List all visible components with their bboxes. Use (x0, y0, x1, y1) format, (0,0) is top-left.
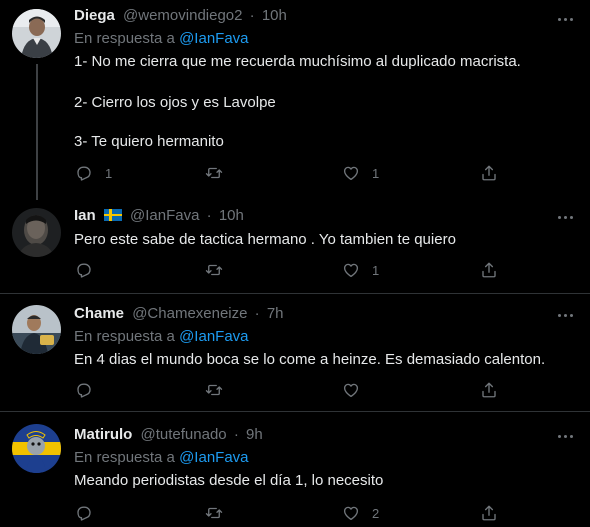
author-name[interactable]: Ian (74, 207, 96, 224)
tweet-text-line: 2- Cierro los ojos y es Lavolpe (74, 94, 276, 111)
thread-line (36, 64, 38, 200)
author-handle[interactable]: @IanFava (130, 207, 199, 224)
avatar[interactable] (12, 9, 61, 58)
tweet-text-line: Meando periodistas desde el día 1, lo ne… (74, 472, 384, 489)
like-button[interactable] (342, 380, 372, 400)
retweet-button[interactable] (205, 163, 223, 183)
share-icon (482, 165, 496, 181)
tweet-text-line: 3- Te quiero hermanito (74, 133, 224, 150)
tweet-ian[interactable]: Ian @IanFava · 10h Pero este sabe de tac… (0, 196, 590, 293)
like-count: 1 (372, 165, 380, 181)
reply-button[interactable]: 1 (75, 163, 112, 183)
share-button[interactable] (480, 503, 498, 523)
retweet-button[interactable] (205, 260, 223, 280)
tweet-time[interactable]: 10h (262, 7, 287, 24)
retweet-icon (205, 384, 223, 396)
avatar[interactable] (12, 208, 61, 257)
separator-dot: · (233, 426, 239, 443)
like-button[interactable]: 1 (342, 163, 379, 183)
avatar[interactable] (12, 305, 61, 354)
reply-button[interactable] (75, 380, 105, 400)
share-button[interactable] (480, 380, 498, 400)
tweet-time[interactable]: 9h (246, 426, 263, 443)
retweet-icon (205, 264, 223, 276)
more-icon[interactable] (556, 305, 576, 325)
like-icon (343, 263, 359, 278)
reply-icon (77, 166, 91, 181)
reply-count: 1 (105, 165, 113, 181)
author-handle[interactable]: @wemovindiego2 (123, 7, 242, 24)
like-icon (343, 506, 359, 521)
like-button[interactable]: 2 (342, 503, 379, 523)
tweet-text-line: Pero este sabe de tactica hermano . Yo t… (74, 231, 456, 248)
tweet-matirulo[interactable]: Matirulo @tutefunado · 9h En respuesta a… (0, 412, 590, 527)
author-handle[interactable]: @tutefunado (141, 426, 227, 443)
reply-icon (77, 263, 91, 278)
tweet-text-line: 1- No me cierra que me recuerda muchísim… (74, 53, 521, 70)
sweden-flag-icon (103, 209, 122, 221)
tweet-time[interactable]: 10h (219, 207, 244, 224)
reply-icon (77, 506, 91, 521)
author-name[interactable]: Chame (74, 305, 124, 322)
more-icon[interactable] (556, 207, 576, 227)
tweet-chame[interactable]: Chame @Chamexeneize · 7h En respuesta a … (0, 294, 590, 411)
reply-icon (77, 383, 91, 398)
share-icon (482, 262, 496, 278)
share-button[interactable] (480, 163, 498, 183)
like-icon (343, 166, 359, 181)
reply-button[interactable] (75, 260, 105, 280)
like-count: 1 (372, 262, 380, 278)
like-button[interactable]: 1 (342, 260, 379, 280)
reply-prefix: En respuesta a (74, 449, 175, 466)
author-handle[interactable]: @Chamexeneize (132, 305, 247, 322)
author-name[interactable]: Matirulo (74, 426, 132, 443)
more-icon[interactable] (556, 426, 576, 446)
like-count: 2 (372, 505, 380, 521)
retweet-button[interactable] (205, 503, 223, 523)
reply-mention[interactable]: @IanFava (179, 449, 248, 466)
separator-dot: · (254, 305, 260, 322)
more-icon[interactable] (556, 9, 576, 29)
reply-mention[interactable]: @IanFava (179, 30, 248, 47)
avatar[interactable] (12, 424, 61, 473)
reply-prefix: En respuesta a (74, 328, 175, 345)
tweet-time[interactable]: 7h (267, 305, 284, 322)
retweet-icon (205, 167, 223, 179)
tweet-diega[interactable]: Diega @wemovindiego2 · 10h En respuesta … (0, 0, 590, 200)
share-icon (482, 505, 496, 521)
separator-dot: · (249, 7, 255, 24)
reply-mention[interactable]: @IanFava (179, 328, 248, 345)
separator-dot: · (206, 207, 212, 224)
share-button[interactable] (480, 260, 498, 280)
like-icon (343, 383, 359, 398)
reply-prefix: En respuesta a (74, 30, 175, 47)
share-icon (482, 382, 496, 398)
reply-button[interactable] (75, 503, 105, 523)
retweet-button[interactable] (205, 380, 223, 400)
tweet-text-line: En 4 dias el mundo boca se lo come a hei… (74, 351, 546, 368)
retweet-icon (205, 507, 223, 519)
author-name[interactable]: Diega (74, 7, 115, 24)
